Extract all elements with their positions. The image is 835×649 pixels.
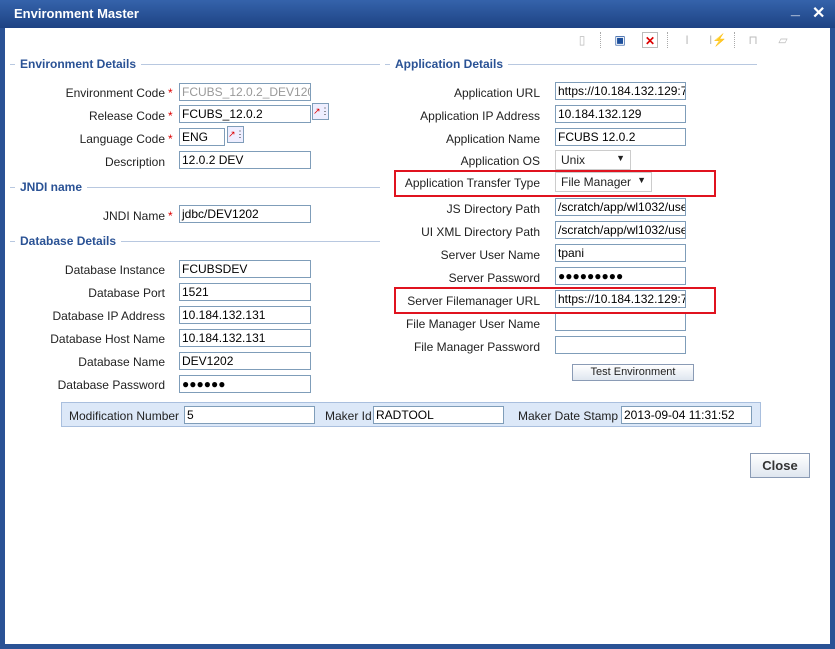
unlock-icon[interactable]: ⊓	[745, 32, 761, 48]
title-bar: Environment Master	[0, 0, 835, 28]
minimize-button[interactable]: _	[791, 1, 800, 19]
user-label: Server User Name	[440, 248, 540, 262]
delete-icon[interactable]: ✕	[642, 32, 658, 48]
highlight-transfer-type	[394, 170, 716, 197]
db-field-label: Database Password	[57, 378, 165, 392]
uixml-label: UI XML Directory Path	[421, 225, 540, 239]
db-field-input[interactable]: DEV1202	[179, 352, 311, 370]
close-button[interactable]: Close	[750, 453, 810, 478]
database-details-header: Database Details	[15, 234, 122, 248]
environment-code-label: Environment Code	[65, 86, 165, 100]
required-mark: *	[168, 109, 173, 123]
environment-details-header: Environment Details	[15, 57, 142, 71]
test-environment-button[interactable]: Test Environment	[572, 364, 694, 381]
close-window-button[interactable]: ✕	[812, 3, 825, 23]
release-code-field[interactable]: FCUBS_12.0.2	[179, 105, 311, 123]
db-field-label: Database Host Name	[50, 332, 165, 346]
release-code-lov-icon[interactable]: ↗⋮	[312, 103, 330, 120]
fm-user-label: File Manager User Name	[405, 317, 540, 331]
save-icon[interactable]: ▣	[612, 32, 628, 48]
db-field-label: Database Name	[78, 355, 165, 369]
window-title: Environment Master	[14, 6, 139, 21]
name-field[interactable]: FCUBS 12.0.2	[555, 128, 686, 146]
url-label: Application URL	[453, 86, 540, 100]
db-field-label: Database Instance	[64, 263, 165, 277]
db-field-input[interactable]: FCUBSDEV	[179, 260, 311, 278]
open-icon[interactable]: ▱	[775, 32, 791, 48]
ip-label: Application IP Address	[420, 109, 540, 123]
modification-number-label: Modification Number	[69, 409, 180, 423]
db-field-label: Database Port	[88, 286, 165, 300]
db-field-input[interactable]: 10.184.132.131	[179, 329, 311, 347]
jndi-name-field[interactable]: jdbc/DEV1202	[179, 205, 311, 223]
fm-pwd-label: File Manager Password	[413, 340, 540, 354]
application-details-header: Application Details	[390, 57, 509, 71]
pwd-label: Server Password	[448, 271, 540, 285]
db-field-label: Database IP Address	[52, 309, 165, 323]
uixml-field[interactable]: /scratch/app/wl1032/use	[555, 221, 686, 239]
fm-pwd-field[interactable]	[555, 336, 686, 354]
user-field[interactable]: tpani	[555, 244, 686, 262]
db-field-input[interactable]: 10.184.132.131	[179, 306, 311, 324]
unlock-rename-icon[interactable]: I⚡	[709, 32, 727, 48]
fm-user-field[interactable]	[555, 313, 686, 331]
language-code-label: Language Code	[79, 132, 165, 146]
db-field-input[interactable]: 1521	[179, 283, 311, 301]
maker-id-field[interactable]: RADTOOL	[373, 406, 504, 424]
maker-date-stamp-label: Maker Date Stamp	[518, 409, 619, 423]
new-icon[interactable]: ▯	[574, 32, 590, 48]
description-field[interactable]: 12.0.2 DEV	[179, 151, 311, 169]
pwd-field[interactable]: ●●●●●●●●●	[555, 267, 686, 285]
required-mark: *	[168, 209, 173, 223]
environment-code-field[interactable]: FCUBS_12.0.2_DEV120	[179, 83, 311, 101]
highlight-filemanager-url	[394, 287, 716, 314]
url-field[interactable]: https://10.184.132.129:7	[555, 82, 686, 100]
copy-icon[interactable]: I	[679, 32, 695, 48]
required-mark: *	[168, 86, 173, 100]
description-label: Description	[104, 155, 165, 169]
maker-date-stamp-field[interactable]: 2013-09-04 11:31:52	[621, 406, 752, 424]
release-code-label: Release Code	[88, 109, 165, 123]
os-selected-value: Unix	[561, 153, 586, 167]
js-label: JS Directory Path	[446, 202, 540, 216]
db-field-input[interactable]: ●●●●●●	[179, 375, 311, 393]
ip-field[interactable]: 10.184.132.129	[555, 105, 686, 123]
modification-number-field[interactable]: 5	[184, 406, 315, 424]
js-field[interactable]: /scratch/app/wl1032/use	[555, 198, 686, 216]
language-code-field[interactable]: ENG	[179, 128, 225, 146]
maker-id-label: Maker Id	[325, 409, 372, 423]
required-mark: *	[168, 132, 173, 146]
os-label: Application OS	[460, 154, 540, 168]
jndi-name-label: JNDI Name	[102, 209, 165, 223]
chevron-down-icon: ▼	[616, 153, 625, 163]
language-code-lov-icon[interactable]: ↗⋮	[227, 126, 245, 143]
name-label: Application Name	[445, 132, 540, 146]
os-select[interactable]: Unix ▼	[555, 150, 631, 170]
jndi-name-header: JNDI name	[15, 180, 88, 194]
